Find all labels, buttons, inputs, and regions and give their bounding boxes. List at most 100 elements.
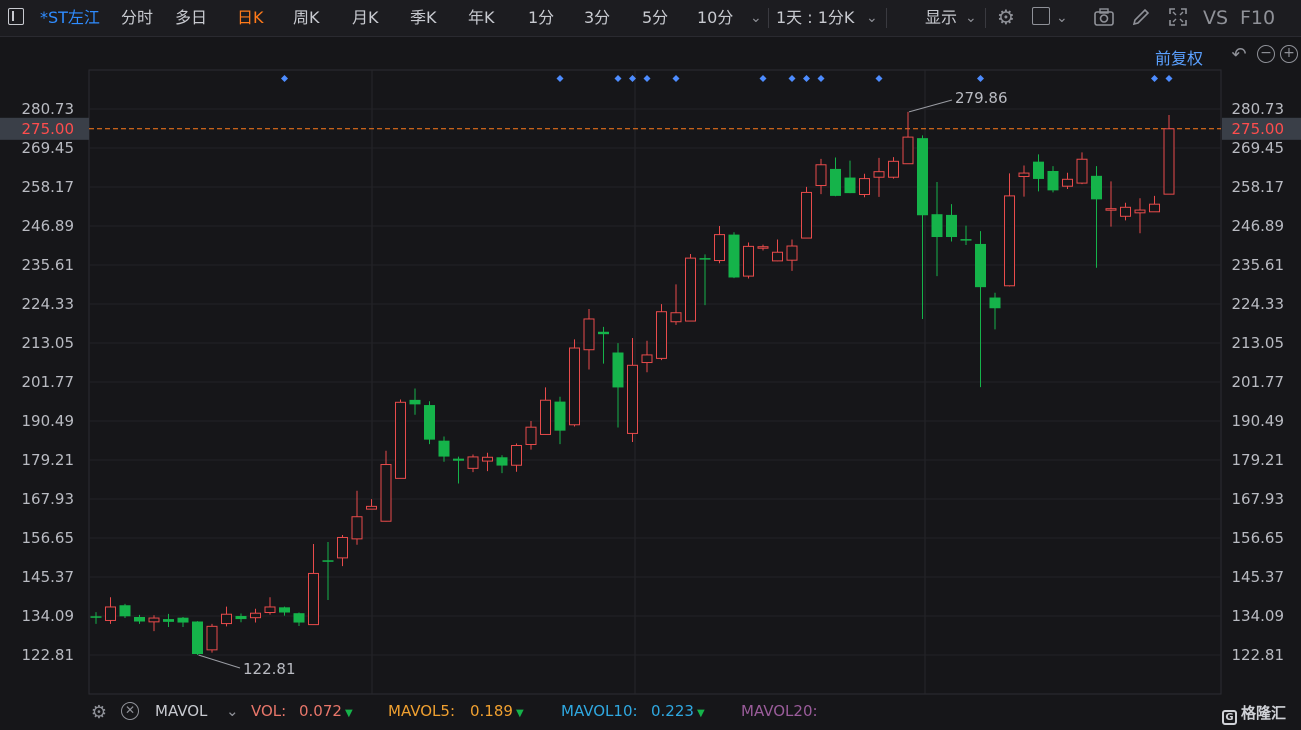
interval-combo[interactable]: 1天 : 1分K (776, 0, 854, 36)
candle-body (322, 560, 334, 562)
candle (1018, 165, 1030, 197)
period-multi-day[interactable]: 多日 (175, 0, 207, 36)
candle-body (1047, 170, 1059, 191)
candle-body (699, 258, 711, 260)
period-10min[interactable]: 10分 (697, 0, 733, 36)
candle-body (438, 440, 450, 457)
y-tick-label-left: 269.45 (22, 139, 75, 157)
period-1min[interactable]: 1分 (528, 0, 554, 36)
vol-label: VOL: (251, 702, 287, 720)
candle (1091, 166, 1102, 268)
fullscreen-expand-icon[interactable] (1167, 6, 1189, 28)
candle (1163, 114, 1175, 195)
divider (886, 8, 887, 28)
candle (148, 615, 160, 632)
pencil-draw-icon[interactable] (1130, 6, 1152, 28)
period-weekly-k[interactable]: 周K (293, 0, 320, 36)
candle-body (772, 251, 783, 262)
y-tick-label-left: 201.77 (22, 373, 75, 391)
current-price-tag-right (1222, 117, 1301, 140)
down-arrow-icon: ▼ (344, 708, 353, 719)
y-tick-label-left: 145.37 (22, 568, 75, 586)
y-tick-label-right: 145.37 (1232, 568, 1285, 586)
indicator-close-icon[interactable]: ✕ (121, 702, 139, 720)
event-marker-icon (759, 75, 767, 82)
event-marker-icon (643, 75, 651, 82)
candle-body (134, 617, 145, 622)
price-adjust-mode[interactable]: 前复权 (1155, 45, 1203, 69)
candle-body (1076, 158, 1088, 184)
y-tick-label-right: 156.65 (1232, 529, 1285, 547)
period-quarterly-k[interactable]: 季K (410, 0, 437, 36)
indicator-name[interactable]: MAVOL (155, 702, 207, 720)
candle-body (975, 243, 986, 288)
candle-body (1120, 206, 1131, 217)
display-chevron-icon[interactable]: ⌄ (965, 0, 977, 36)
candle-body (525, 426, 537, 445)
current-price-label-left: 275.00 (22, 120, 75, 138)
candle (119, 603, 131, 619)
indicator-chevron-down-icon[interactable]: ⌄ (226, 702, 239, 720)
undo-icon[interactable]: ↶ (1228, 44, 1250, 66)
display-menu[interactable]: 显示 (925, 0, 957, 36)
candle-body (1163, 128, 1175, 195)
vs-compare-button[interactable]: VS (1203, 0, 1228, 36)
candle-body (830, 168, 841, 196)
candle-body (279, 607, 290, 613)
period-minute[interactable]: 分时 (121, 0, 153, 36)
period-3min[interactable]: 3分 (584, 0, 610, 36)
kline-chart[interactable]: 280.73 280.73 269.45 269.45 258.17 258.17 246.… (0, 0, 1301, 730)
period-monthly-k[interactable]: 月K (352, 0, 379, 36)
period-5min[interactable]: 5分 (642, 0, 668, 36)
candle (308, 544, 319, 626)
candle-body (888, 160, 899, 178)
candle (322, 541, 334, 601)
zoom-in-icon[interactable]: + (1280, 45, 1298, 63)
candle-body (844, 177, 856, 194)
y-tick-label-right: 179.21 (1232, 451, 1285, 469)
combo-chevron-icon[interactable]: ⌄ (866, 0, 878, 36)
candle (134, 614, 145, 624)
panel-toggle-icon[interactable] (8, 8, 24, 25)
candle (1105, 181, 1117, 227)
max-price-label: 279.86 (955, 89, 1008, 107)
candle (946, 204, 957, 242)
y-tick-label-left: 213.05 (22, 334, 75, 352)
y-tick-label-left: 258.17 (22, 178, 75, 196)
min-price-label: 122.81 (243, 660, 296, 678)
settings-gear-icon[interactable]: ⚙ (995, 6, 1017, 28)
period-dropdown-chevron-icon[interactable]: ⌄ (750, 0, 762, 36)
candle-body (627, 364, 638, 434)
candle (888, 157, 899, 179)
layout-chevron-icon[interactable]: ⌄ (1056, 0, 1068, 36)
candle-body (1105, 208, 1117, 211)
event-marker-icon (803, 75, 810, 82)
candle-body (235, 615, 247, 620)
y-tick-label-right: 167.93 (1232, 490, 1285, 508)
camera-icon[interactable] (1093, 6, 1115, 28)
candle (163, 613, 174, 628)
candle (177, 617, 189, 628)
y-tick-label-right: 224.33 (1232, 295, 1285, 313)
candle (844, 160, 856, 194)
indicator-settings-gear-icon[interactable]: ⚙ (88, 702, 110, 724)
f10-button[interactable]: F10 (1240, 0, 1275, 36)
candle-body (757, 246, 769, 249)
event-marker-icon (1165, 75, 1173, 82)
divider (768, 8, 769, 28)
event-marker-icon (281, 75, 288, 82)
y-tick-label-left: 224.33 (22, 295, 75, 313)
current-price-label-right: 275.00 (1232, 120, 1285, 138)
period-daily-k[interactable]: 日K (237, 0, 264, 36)
candle (975, 231, 986, 388)
period-yearly-k[interactable]: 年K (468, 0, 495, 36)
candle (989, 292, 1001, 330)
layout-square-icon[interactable] (1032, 7, 1050, 25)
candle-body (177, 617, 189, 623)
stock-symbol[interactable]: *ST左江 (40, 0, 100, 36)
zoom-out-icon[interactable]: − (1257, 45, 1275, 63)
candle-body (960, 239, 972, 241)
candle (206, 623, 218, 653)
candle (1004, 173, 1015, 287)
y-tick-label-right: 235.61 (1232, 256, 1285, 274)
